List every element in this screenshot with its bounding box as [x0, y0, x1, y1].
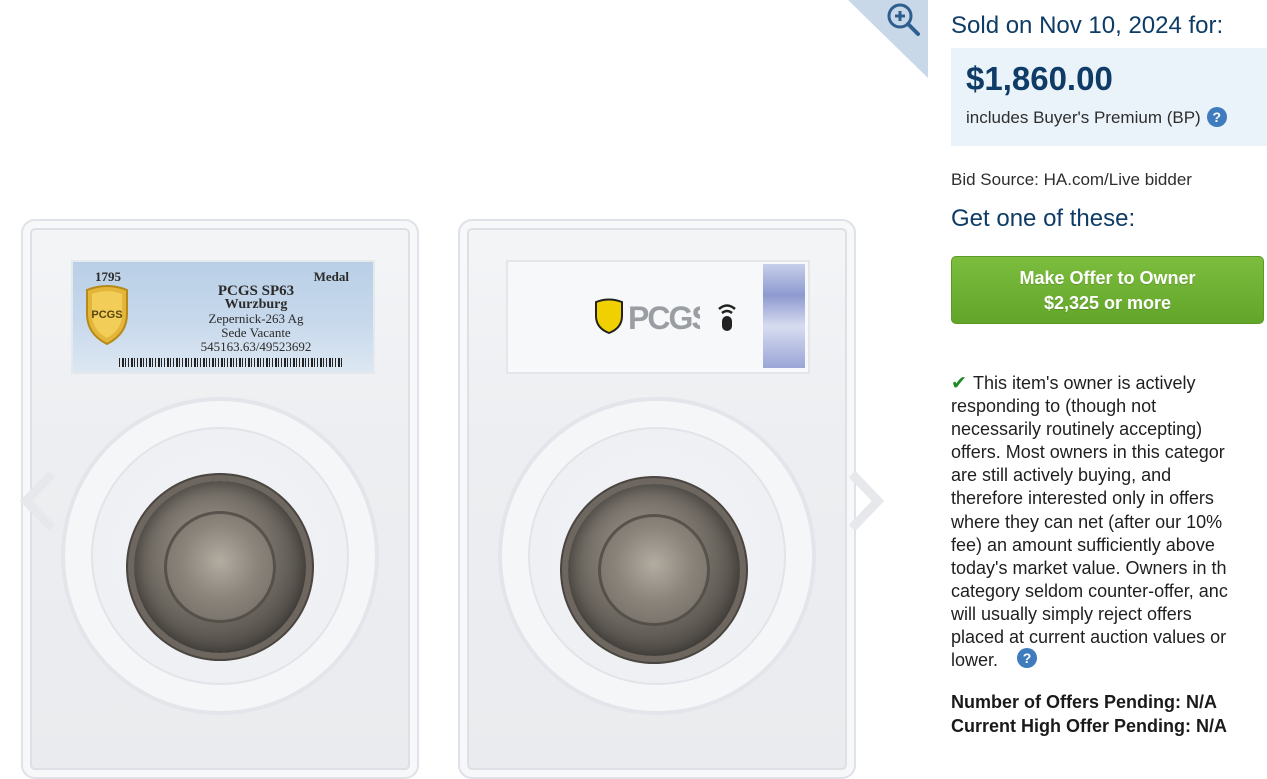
label-grade: PCGS SP63: [217, 283, 295, 299]
owner-line: fee) an amount sufficiently above: [951, 534, 1215, 555]
nfc-chip-icon: [718, 304, 736, 331]
owner-line: category seldom counter-offer, anc: [951, 580, 1228, 601]
current-high-offer: Current High Offer Pending: N/A: [951, 716, 1227, 736]
owner-line: where they can net (after our 10%: [951, 511, 1223, 532]
offers-pending-block: Number of Offers Pending: N/A Current Hi…: [951, 690, 1227, 738]
get-one-heading: Get one of these:: [951, 205, 1136, 232]
shield-logo-text: PCGS: [91, 309, 122, 321]
owner-line: therefore interested only in offers: [951, 488, 1214, 509]
label-cert-number: 545163.63/49523692: [200, 339, 312, 354]
owner-line: lower.: [951, 650, 999, 671]
zoom-in-icon[interactable]: [884, 0, 924, 40]
owner-activity-note: ✔ This item's owner is actively respondin…: [951, 372, 1267, 672]
pcgs-shield-icon: PCGS: [86, 285, 128, 346]
slab-label: PCGS 1795 Medal PCGS SP63 Wurzburg Zeper…: [71, 260, 375, 374]
make-offer-price: $2,325 or more: [1043, 293, 1172, 313]
make-offer-button[interactable]: Make Offer to Owner $2,325 or more: [951, 256, 1264, 324]
coin-obverse-image: [134, 481, 306, 653]
buyers-premium-text: includes Buyer's Premium (BP): [966, 108, 1201, 127]
coin-slab-reverse[interactable]: PCGS: [458, 219, 856, 779]
chevron-right-icon[interactable]: [842, 470, 888, 532]
label-description: Sede Vacante: [221, 325, 291, 340]
owner-line: responding to (though not: [951, 396, 1157, 417]
bid-source: Bid Source: HA.com/Live bidder: [951, 170, 1192, 189]
pcgs-logo-text: PCGS: [628, 300, 700, 334]
zoom-button[interactable]: [848, 0, 930, 80]
coin-reverse-image: [568, 484, 740, 656]
coin-slab-obverse[interactable]: PCGS 1795 Medal PCGS SP63 Wurzburg Zeper…: [21, 219, 419, 779]
owner-line: This item's owner is actively: [973, 373, 1196, 393]
owner-help-icon[interactable]: ?: [1017, 648, 1037, 668]
buyers-premium-note: includes Buyer's Premium (BP)?: [966, 107, 1227, 128]
pcgs-logo: PCGS: [628, 300, 700, 334]
label-reference: Zepernick-263 Ag: [208, 311, 304, 326]
owner-line: are still actively buying, and: [951, 465, 1172, 486]
hologram-icon: [763, 264, 805, 368]
owner-line: offers. Most owners in this categor: [951, 442, 1225, 463]
owner-line: today's market value. Owners in th: [951, 557, 1227, 578]
pcgs-shield-icon: [595, 298, 623, 334]
owner-line: placed at current auction values or: [951, 627, 1227, 648]
sale-info-panel: Sold on Nov 10, 2024 for: $1,860.00 incl…: [928, 0, 1267, 760]
label-year: 1795: [95, 269, 121, 284]
owner-line: necessarily routinely accepting): [951, 419, 1203, 440]
owner-line: will usually simply reject offers: [951, 603, 1192, 624]
help-icon[interactable]: ?: [1206, 107, 1227, 127]
price-box: $1,860.00 includes Buyer's Premium (BP)?: [951, 48, 1267, 146]
label-text-block: PCGS SP63 Wurzburg Zepernick-263 Ag Sede…: [151, 284, 361, 354]
offers-pending-count: Number of Offers Pending: N/A: [951, 692, 1218, 712]
make-offer-label: Make Offer to Owner: [1019, 268, 1196, 288]
label-city: Wurzburg: [224, 297, 288, 312]
sold-price: $1,860.00: [966, 60, 1113, 97]
checkmark-icon: ✔: [951, 373, 967, 394]
slab-label-back: PCGS: [506, 260, 810, 374]
image-gallery: PCGS 1795 Medal PCGS SP63 Wurzburg Zeper…: [0, 0, 930, 779]
chevron-left-icon[interactable]: [16, 470, 62, 532]
label-type: Medal: [313, 269, 349, 284]
sold-date-heading: Sold on Nov 10, 2024 for:: [951, 12, 1224, 39]
barcode: [119, 358, 343, 367]
